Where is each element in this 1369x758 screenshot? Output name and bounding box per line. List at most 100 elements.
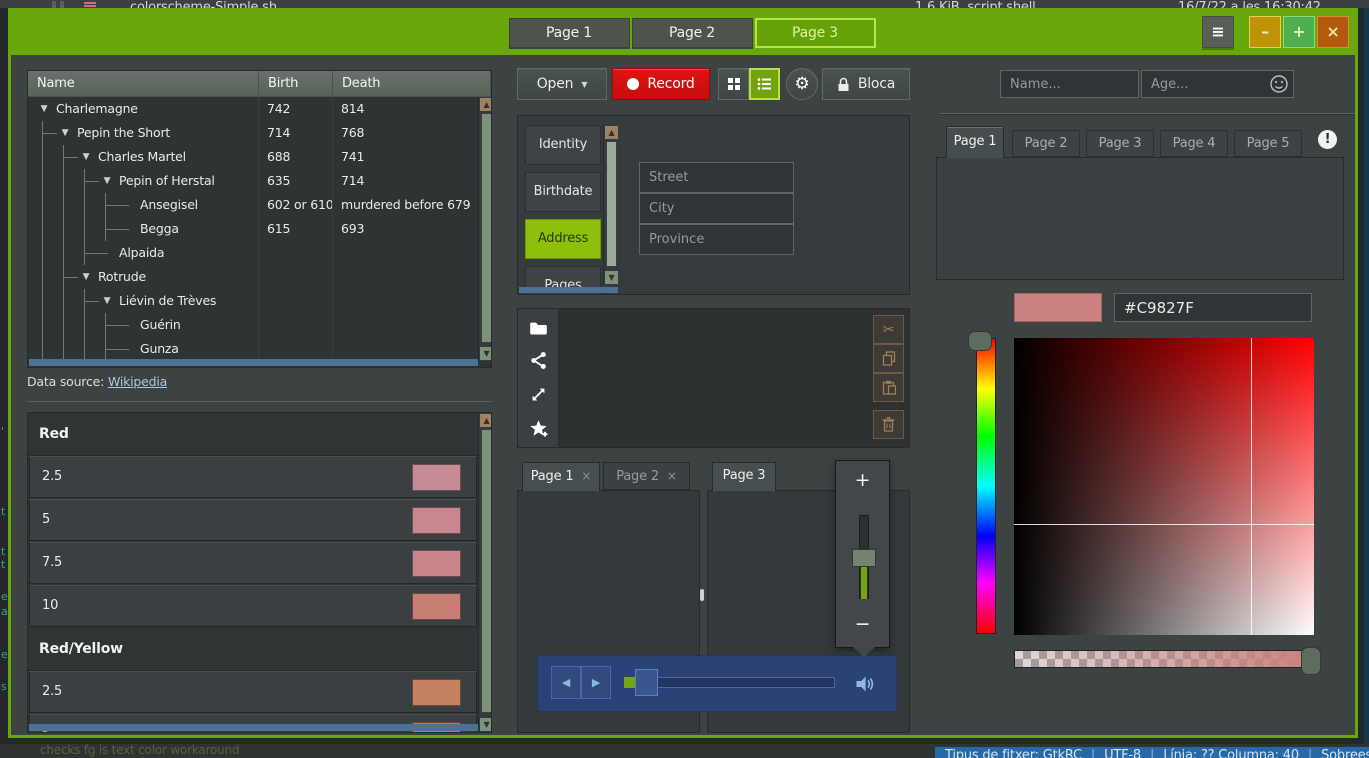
tree-horizontal-scrollbar[interactable] <box>29 359 478 366</box>
lock-button[interactable]: Bloca <box>822 68 910 100</box>
settings-button[interactable]: ⚙ <box>786 68 818 100</box>
next-button[interactable]: ▶ <box>581 666 611 699</box>
table-row[interactable]: ▼Liévin de Trèves <box>28 289 478 313</box>
tab-page-2[interactable]: Page 2× <box>603 462 690 490</box>
table-row[interactable]: ▼Pepin of Herstal635714 <box>28 169 478 193</box>
zoom-slider-handle[interactable] <box>852 549 876 567</box>
sidebar-scrollbar[interactable]: ▲ ▼ <box>603 125 618 285</box>
new-star-icon[interactable] <box>529 419 548 438</box>
cut-button[interactable]: ✂ <box>873 315 904 344</box>
street-field[interactable] <box>639 162 794 193</box>
list-vertical-scrollbar[interactable]: ▲ ▼ <box>478 413 492 732</box>
pane-divider-handle[interactable] <box>700 589 704 601</box>
smiley-icon[interactable] <box>1269 74 1289 94</box>
scrollbar-thumb[interactable] <box>481 113 492 343</box>
column-header-birth[interactable]: Birth <box>259 71 333 97</box>
province-field[interactable] <box>639 224 794 255</box>
expander-icon[interactable]: ▼ <box>79 265 93 289</box>
scroll-down-icon[interactable]: ▼ <box>605 271 618 284</box>
tab-page-3[interactable]: Page 3 <box>712 462 776 491</box>
expand-icon[interactable] <box>529 385 548 404</box>
saturation-value-plane[interactable] <box>1014 338 1314 635</box>
hex-color-input[interactable] <box>1114 293 1312 322</box>
folder-icon[interactable] <box>529 319 548 338</box>
table-row[interactable]: Gunza <box>28 337 478 361</box>
expander-icon[interactable]: ▼ <box>100 169 114 193</box>
scrollbar-thumb[interactable] <box>606 141 617 267</box>
seek-slider-handle[interactable] <box>635 669 658 696</box>
zoom-out-button[interactable]: − <box>836 613 889 635</box>
share-icon[interactable] <box>529 351 548 370</box>
paste-button[interactable] <box>873 373 904 402</box>
hue-slider-handle[interactable] <box>968 331 992 351</box>
scroll-down-icon[interactable]: ▼ <box>480 347 492 360</box>
table-row[interactable]: Ansegisel602 or 610murdered before 679 <box>28 193 478 217</box>
alpha-slider-handle[interactable] <box>1301 647 1321 675</box>
scrollbar-thumb[interactable] <box>481 429 492 713</box>
script-file-icon <box>82 1 98 8</box>
titlebar-tab-page-2[interactable]: Page 2 <box>632 18 753 48</box>
warning-badge[interactable]: ! <box>1318 130 1337 149</box>
record-button[interactable]: Record <box>612 68 710 100</box>
volume-button[interactable] <box>854 673 876 695</box>
list-horizontal-scrollbar[interactable] <box>29 724 478 731</box>
wikipedia-link[interactable]: Wikipedia <box>108 374 167 389</box>
scroll-up-icon[interactable]: ▲ <box>605 126 618 139</box>
delete-button[interactable] <box>873 410 904 439</box>
list-item[interactable]: 2.5 <box>29 671 477 713</box>
window-maximize-button[interactable]: + <box>1283 16 1315 48</box>
list-view-toggle[interactable] <box>749 68 780 100</box>
name-field[interactable] <box>1000 70 1139 98</box>
grid-view-toggle[interactable] <box>718 68 749 100</box>
table-row[interactable]: ▼Charlemagne742814 <box>28 97 478 121</box>
city-field[interactable] <box>639 193 794 224</box>
tab-page-2[interactable]: Page 2 <box>1012 130 1080 157</box>
hue-slider[interactable] <box>976 338 996 634</box>
table-row[interactable]: ▼Rotrude <box>28 265 478 289</box>
titlebar-tab-page-1[interactable]: Page 1 <box>509 18 630 48</box>
expander-icon[interactable]: ▼ <box>79 145 93 169</box>
column-header-death[interactable]: Death <box>333 71 491 97</box>
table-row[interactable]: Guérin <box>28 313 478 337</box>
minimize-icon: – <box>1261 22 1269 41</box>
table-row[interactable]: Begga615693 <box>28 217 478 241</box>
tree-guide-line <box>63 337 64 361</box>
tab-page-5[interactable]: Page 5 <box>1234 130 1302 157</box>
tab-page-1[interactable]: Page 1 <box>946 126 1004 158</box>
list-item[interactable]: 2.5 <box>29 456 477 498</box>
list-item[interactable]: 10 <box>29 585 477 627</box>
separator <box>27 401 492 402</box>
scroll-up-icon[interactable]: ▲ <box>480 414 492 427</box>
window-close-button[interactable]: × <box>1317 16 1349 48</box>
window-menu-button[interactable]: ≡ <box>1202 16 1234 48</box>
expander-icon[interactable]: ▼ <box>58 121 72 145</box>
sidebar-item-identity[interactable]: Identity <box>525 125 601 165</box>
alpha-slider[interactable] <box>1014 650 1314 668</box>
tree-vertical-scrollbar[interactable]: ▲ ▼ <box>478 97 492 361</box>
expander-icon[interactable]: ▼ <box>100 289 114 313</box>
zoom-in-button[interactable]: + <box>836 469 889 491</box>
scroll-down-icon[interactable]: ▼ <box>480 718 492 731</box>
window-minimize-button[interactable]: – <box>1249 16 1281 48</box>
tab-page-3[interactable]: Page 3 <box>1086 130 1154 157</box>
tree-name-cell: Ansegisel <box>28 193 259 217</box>
expander-icon[interactable]: ▼ <box>37 97 51 121</box>
color-swatch[interactable] <box>1014 293 1102 322</box>
sidebar-item-birthdate[interactable]: Birthdate <box>525 172 601 212</box>
list-item[interactable]: 5 <box>29 499 477 541</box>
table-row[interactable]: ▼Pepin the Short714768 <box>28 121 478 145</box>
table-row[interactable]: Alpaida <box>28 241 478 265</box>
titlebar-tab-page-3[interactable]: Page 3 <box>755 18 876 48</box>
list-item[interactable]: 7.5 <box>29 542 477 584</box>
scroll-up-icon[interactable]: ▲ <box>480 98 492 111</box>
tab-page-1[interactable]: Page 1× <box>522 462 600 491</box>
open-button[interactable]: Open ▼ <box>517 68 607 100</box>
tab-page-4[interactable]: Page 4 <box>1160 130 1228 157</box>
column-header-name[interactable]: Name <box>28 71 259 97</box>
table-row[interactable]: ▼Charles Martel688741 <box>28 145 478 169</box>
copy-button[interactable] <box>873 344 904 373</box>
close-tab-icon[interactable]: × <box>667 469 677 483</box>
close-tab-icon[interactable]: × <box>581 469 591 483</box>
previous-button[interactable]: ◀ <box>551 666 581 699</box>
sidebar-item-address[interactable]: Address <box>525 219 601 259</box>
